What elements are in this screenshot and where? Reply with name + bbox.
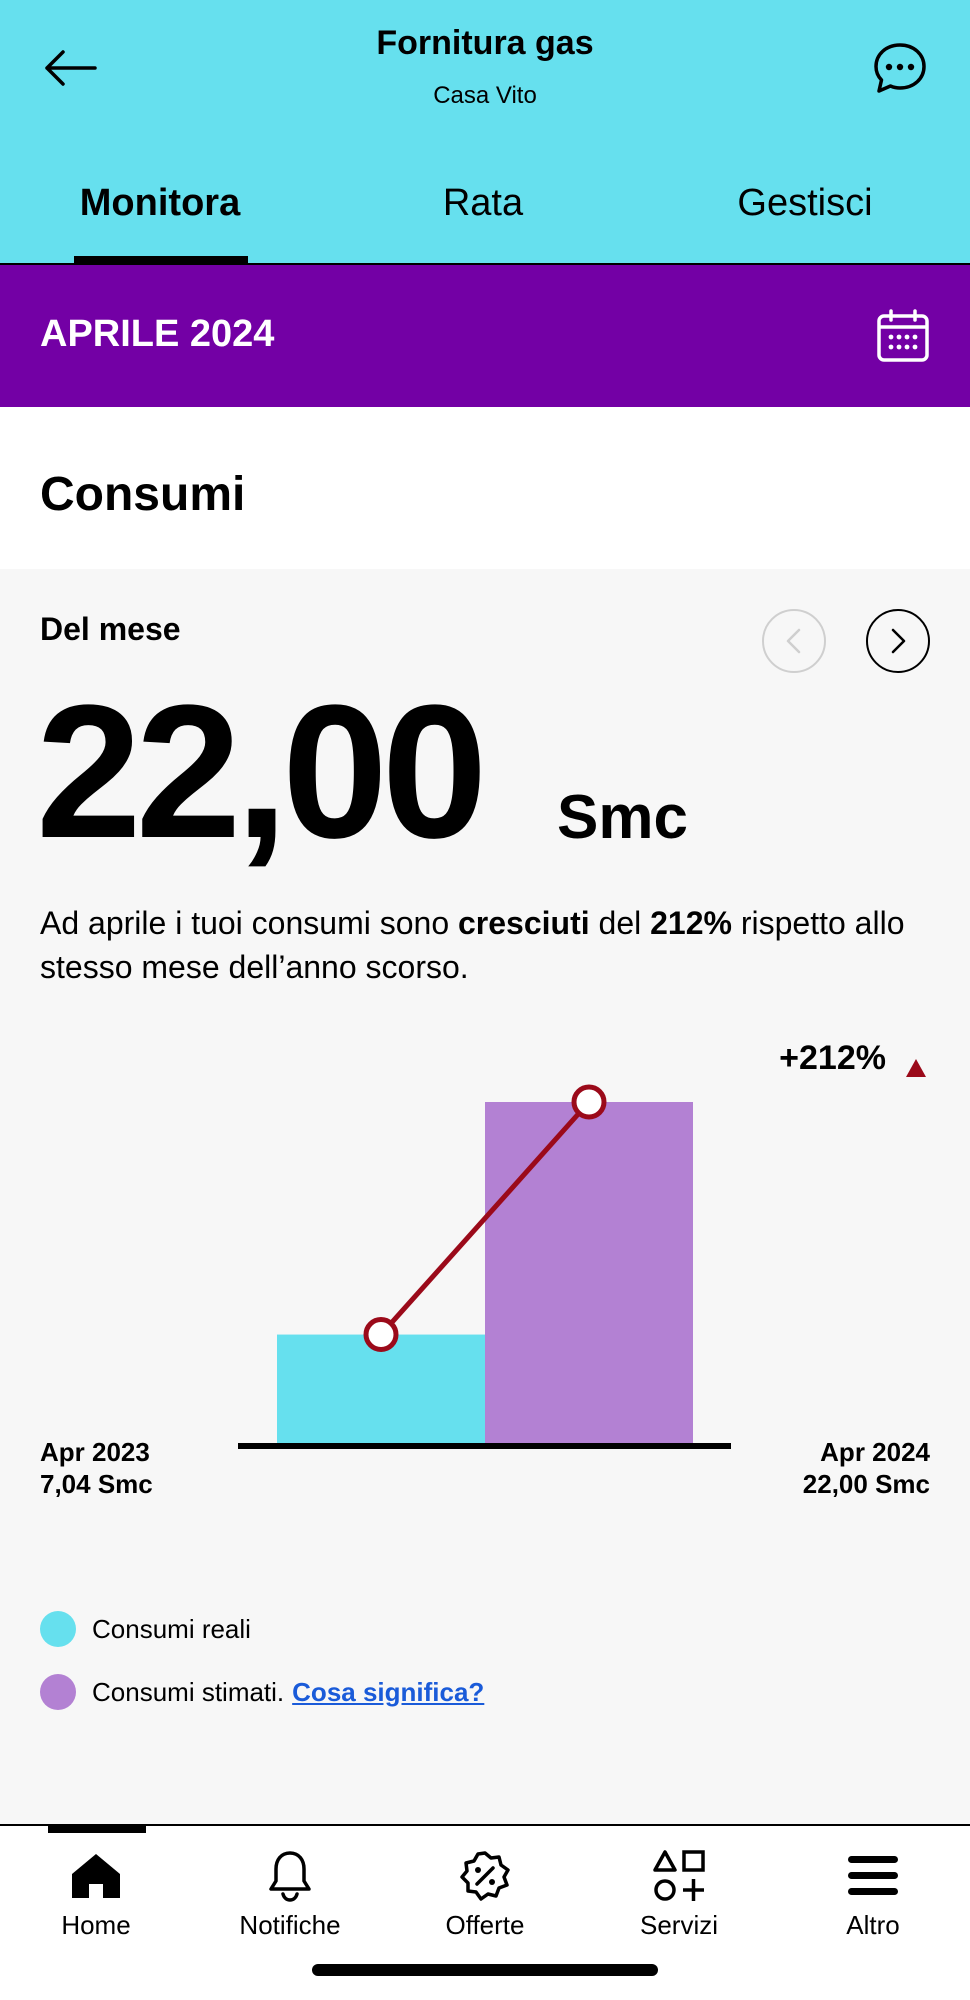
tab-monitora[interactable]: Monitora [60,182,260,225]
nav-notifiche[interactable]: Notifiche [215,1848,365,1941]
nav-home-label: Home [61,1910,131,1940]
desc-prefix: Ad aprile i tuoi consumi sono [40,905,458,941]
home-icon [72,1854,120,1898]
nav-servizi[interactable]: Servizi [604,1848,754,1941]
chart-point-0 [363,1317,399,1353]
shapes-icon [653,1850,705,1901]
nav-offerte[interactable]: Offerte [410,1848,560,1941]
consumption-description: Ad aprile i tuoi consumi sono cresciuti … [40,901,940,989]
consumption-chart: +212% Apr 2023 7,04 Smc Apr 2024 22,00 S… [0,1039,970,1579]
legend-item-real: Consumi reali [40,1611,251,1647]
consumption-card: Del mese 22,00 Smc Ad aprile i tuoi cons… [0,569,970,1824]
previous-period-category: Apr 2023 [40,1437,150,1467]
page-subtitle: Casa Vito [433,82,537,109]
month-selector-bar: APRILE 2024 [0,265,970,407]
chevron-left-icon [786,628,801,654]
current-period-value: 22,00 Smc [802,1469,930,1499]
chevron-right-icon [891,628,906,654]
previous-period-value: 7,04 Smc [40,1469,153,1499]
active-nav-indicator [48,1824,146,1833]
desc-trend: cresciuti [458,905,590,941]
tab-rata[interactable]: Rata [383,182,583,225]
nav-servizi-label: Servizi [639,1910,718,1940]
tab-gestisci[interactable]: Gestisci [705,182,905,225]
page-title: Fornitura gas [376,24,594,62]
period-label: Del mese [40,611,181,647]
consumption-value: 22,00 [36,666,487,878]
bell-icon [269,1851,311,1902]
chat-bubble-icon [874,43,926,93]
next-month-button[interactable] [866,609,930,673]
current-period-category: Apr 2024 [820,1437,930,1467]
nav-offerte-label: Offerte [445,1910,525,1940]
discount-badge-icon [460,1851,510,1901]
consumi-section-header: Consumi [0,407,970,569]
legend-dot-real [40,1611,76,1647]
legend-label-estimated: Consumi stimati. [92,1676,285,1707]
nav-notifiche-label: Notifiche [239,1910,341,1940]
chart-bar-1 [485,1102,693,1444]
desc-mid: del [589,905,651,941]
tab-bar: Monitora Rata Gestisci [0,170,970,265]
consumption-unit: Smc [557,783,688,852]
menu-icon [848,1856,898,1895]
nav-altro-label: Altro [846,1910,900,1940]
desc-percent: 212% [650,905,732,941]
nav-altro[interactable]: Altro [798,1848,948,1941]
info-link[interactable]: Cosa significa? [292,1677,484,1708]
home-indicator-bar [312,1964,658,1976]
calendar-icon [877,309,929,362]
legend-label-real: Consumi reali [92,1613,251,1644]
app-header: Fornitura gas Casa Vito Monitora Rata Ge… [0,0,970,265]
previous-month-button[interactable] [762,609,826,673]
previous-period-label: Apr 2023 7,04 Smc [40,1436,153,1500]
chat-button[interactable] [870,40,930,96]
current-period-label: Apr 2024 22,00 Smc [803,1436,930,1500]
calendar-button[interactable] [876,309,930,363]
legend-dot-estimated [40,1674,76,1710]
legend-item-estimated: Consumi stimati. Cosa significa? [40,1674,484,1710]
section-title: Consumi [40,468,246,521]
nav-home[interactable]: Home [21,1848,171,1941]
chart-point-1 [571,1084,607,1120]
month-label: APRILE 2024 [40,313,275,355]
